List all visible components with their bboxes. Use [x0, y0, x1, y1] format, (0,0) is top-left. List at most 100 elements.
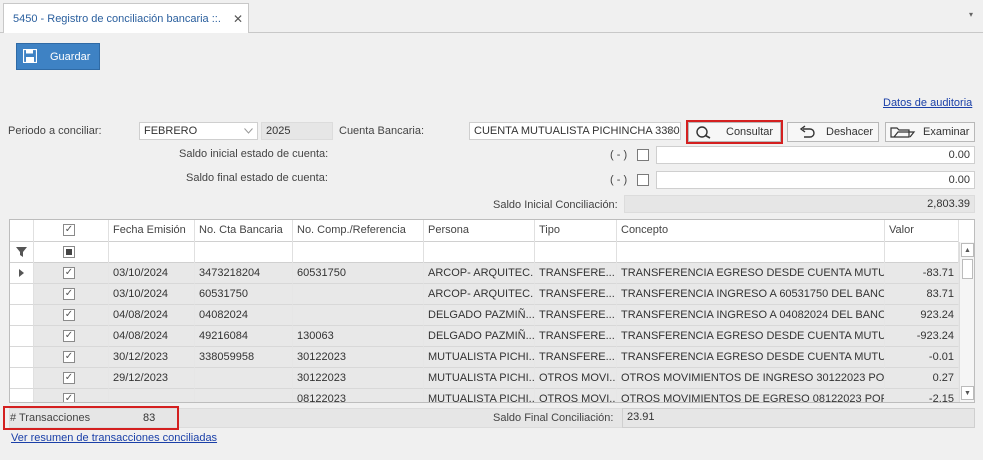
close-icon[interactable]: ✕ [233, 12, 243, 26]
cell-cta[interactable]: 04082024 [195, 305, 293, 326]
header-persona[interactable]: Persona [424, 220, 535, 242]
cell-valor[interactable]: -2.15 [885, 389, 959, 402]
cell-persona[interactable]: MUTUALISTA PICHI... [424, 368, 535, 389]
deshacer-button[interactable]: Deshacer [787, 122, 879, 142]
table-row[interactable]: ✓ 08122023 MUTUALISTA PICHI... OTROS MOVI..… [10, 389, 959, 402]
row-checkbox[interactable]: ✓ [63, 372, 75, 384]
cell-tipo[interactable]: OTROS MOVI... [535, 368, 617, 389]
cell-persona[interactable]: DELGADO PAZMIÑ... [424, 326, 535, 347]
cell-ref[interactable]: 30122023 [293, 347, 424, 368]
cell-concepto[interactable]: TRANSFERENCIA INGRESO A 04082024 DEL BAN… [617, 305, 885, 326]
cell-tipo[interactable]: TRANSFERE... [535, 305, 617, 326]
cell-cta[interactable]: 3473218204 [195, 263, 293, 284]
saldo-final-estado-input[interactable]: 0.00 [656, 171, 975, 189]
row-checkbox-cell[interactable]: ✓ [34, 326, 109, 347]
cell-valor[interactable]: 923.24 [885, 305, 959, 326]
tab-menu-icon[interactable]: ▾ [969, 10, 973, 19]
table-row[interactable]: ✓ 03/10/2024 3473218204 60531750 ARCOP- ARQU… [10, 263, 959, 284]
cell-fecha[interactable]: 04/08/2024 [109, 305, 195, 326]
cell-fecha[interactable]: 30/12/2023 [109, 347, 195, 368]
cell-valor[interactable]: 0.27 [885, 368, 959, 389]
cell-ref[interactable] [293, 284, 424, 305]
examinar-button[interactable]: Examinar [885, 122, 975, 142]
cell-fecha[interactable]: 03/10/2024 [109, 284, 195, 305]
cell-valor[interactable]: -83.71 [885, 263, 959, 284]
cell-valor[interactable]: -0.01 [885, 347, 959, 368]
cell-ref[interactable]: 130063 [293, 326, 424, 347]
tab-conciliacion[interactable]: 5450 - Registro de conciliación bancaria… [3, 3, 249, 33]
cell-ref[interactable]: 08122023 [293, 389, 424, 402]
row-checkbox[interactable]: ✓ [63, 267, 75, 279]
filter-cta[interactable] [195, 242, 293, 263]
cell-cta[interactable]: 338059958 [195, 347, 293, 368]
row-checkbox[interactable]: ✓ [63, 351, 75, 363]
header-valor[interactable]: Valor [885, 220, 959, 242]
row-checkbox-cell[interactable]: ✓ [34, 347, 109, 368]
cell-concepto[interactable]: TRANSFERENCIA EGRESO DESDE CUENTA MUTUAL… [617, 326, 885, 347]
audit-data-link[interactable]: Datos de auditoria [883, 97, 972, 109]
filter-referencia[interactable] [293, 242, 424, 263]
cell-persona[interactable]: MUTUALISTA PICHI... [424, 389, 535, 402]
filter-concepto[interactable] [617, 242, 885, 263]
cell-persona[interactable]: DELGADO PAZMIÑ... [424, 305, 535, 326]
cell-cta[interactable]: 49216084 [195, 326, 293, 347]
header-referencia[interactable]: No. Comp./Referencia [293, 220, 424, 242]
cell-concepto[interactable]: OTROS MOVIMIENTOS DE INGRESO 30122023 PO… [617, 368, 885, 389]
cell-ref[interactable]: 60531750 [293, 263, 424, 284]
select-all-checkbox[interactable]: ✓ [63, 224, 75, 236]
filter-cell-checkbox[interactable] [34, 242, 109, 263]
cell-persona[interactable]: ARCOP- ARQUITEC... [424, 263, 535, 284]
cell-concepto[interactable]: TRANSFERENCIA INGRESO A 60531750 DEL BAN… [617, 284, 885, 305]
table-row[interactable]: ✓ 30/12/2023 338059958 30122023 MUTUALISTA P… [10, 347, 959, 368]
cell-fecha[interactable]: 29/12/2023 [109, 368, 195, 389]
cell-concepto[interactable]: TRANSFERENCIA EGRESO DESDE CUENTA MUTUAL… [617, 263, 885, 284]
row-checkbox-cell[interactable]: ✓ [34, 263, 109, 284]
header-fecha[interactable]: Fecha Emisión [109, 220, 195, 242]
scroll-up-icon[interactable]: ▲ [961, 243, 974, 257]
table-row[interactable]: ✓ 03/10/2024 60531750 ARCOP- ARQUITEC... TRA… [10, 284, 959, 305]
row-checkbox-cell[interactable]: ✓ [34, 368, 109, 389]
filter-valor[interactable] [885, 242, 959, 263]
cell-tipo[interactable]: OTROS MOVI... [535, 389, 617, 402]
cell-persona[interactable]: MUTUALISTA PICHI... [424, 347, 535, 368]
saldo-final-sign-checkbox[interactable] [637, 174, 649, 186]
saldo-inicial-estado-input[interactable]: 0.00 [656, 146, 975, 164]
cell-fecha[interactable]: 03/10/2024 [109, 263, 195, 284]
cell-cta[interactable] [195, 368, 293, 389]
cell-fecha[interactable] [109, 389, 195, 402]
cell-cta[interactable]: 60531750 [195, 284, 293, 305]
filter-fecha[interactable] [109, 242, 195, 263]
row-checkbox[interactable]: ✓ [63, 288, 75, 300]
cell-cta[interactable] [195, 389, 293, 402]
scroll-down-icon[interactable]: ▼ [961, 386, 974, 400]
cell-concepto[interactable]: OTROS MOVIMIENTOS DE EGRESO 08122023 POR… [617, 389, 885, 402]
header-concepto[interactable]: Concepto [617, 220, 885, 242]
periodo-month-select[interactable]: FEBRERO [139, 122, 258, 140]
table-row[interactable]: ✓ 29/12/2023 30122023 MUTUALISTA PICHI... OT… [10, 368, 959, 389]
filter-persona[interactable] [424, 242, 535, 263]
row-checkbox[interactable]: ✓ [63, 393, 75, 402]
header-select-all[interactable]: ✓ [34, 220, 109, 242]
scroll-thumb[interactable] [962, 259, 973, 279]
cell-valor[interactable]: -923.24 [885, 326, 959, 347]
row-checkbox-cell[interactable]: ✓ [34, 284, 109, 305]
cell-tipo[interactable]: TRANSFERE... [535, 326, 617, 347]
row-checkbox-cell[interactable]: ✓ [34, 305, 109, 326]
cell-tipo[interactable]: TRANSFERE... [535, 347, 617, 368]
table-row[interactable]: ✓ 04/08/2024 04082024 DELGADO PAZMIÑ... TRAN… [10, 305, 959, 326]
grid-scrollbar[interactable]: ▲ ▼ [959, 242, 974, 402]
cell-persona[interactable]: ARCOP- ARQUITEC... [424, 284, 535, 305]
cell-ref[interactable] [293, 305, 424, 326]
cell-valor[interactable]: 83.71 [885, 284, 959, 305]
save-button[interactable]: Guardar [16, 43, 100, 70]
filter-tipo[interactable] [535, 242, 617, 263]
header-cta[interactable]: No. Cta Bancaria [195, 220, 293, 242]
cell-tipo[interactable]: TRANSFERE... [535, 284, 617, 305]
table-row[interactable]: ✓ 04/08/2024 49216084 130063 DELGADO PAZMIÑ.… [10, 326, 959, 347]
cell-ref[interactable]: 30122023 [293, 368, 424, 389]
row-checkbox[interactable]: ✓ [63, 330, 75, 342]
cell-tipo[interactable]: TRANSFERE... [535, 263, 617, 284]
header-tipo[interactable]: Tipo [535, 220, 617, 242]
cell-fecha[interactable]: 04/08/2024 [109, 326, 195, 347]
row-checkbox-cell[interactable]: ✓ [34, 389, 109, 402]
